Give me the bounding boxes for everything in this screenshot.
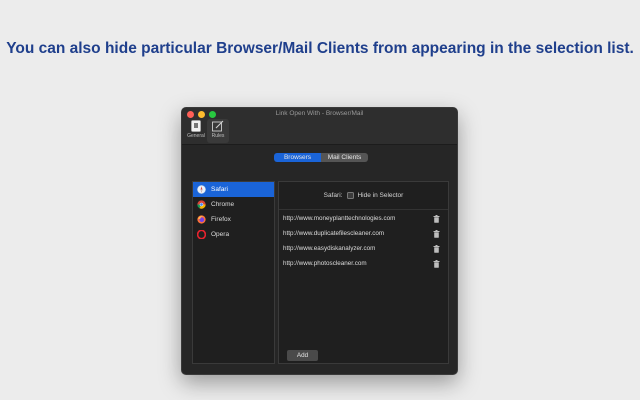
- url-text: http://www.moneyplanttechnologies.com: [283, 215, 396, 222]
- url-row[interactable]: http://www.easydiskanalyzer.com: [279, 241, 448, 256]
- browser-item-firefox[interactable]: Firefox: [193, 212, 274, 227]
- browser-item-label: Chrome: [211, 201, 235, 208]
- trash-icon[interactable]: [433, 214, 440, 223]
- segment-mail-clients[interactable]: Mail Clients: [321, 153, 368, 162]
- title-bar: Link Open With - Browser/Mail General Ru…: [182, 108, 457, 145]
- url-row[interactable]: http://www.moneyplanttechnologies.com: [279, 211, 448, 226]
- url-row[interactable]: http://www.photoscleaner.com: [279, 256, 448, 271]
- divider: [279, 209, 448, 210]
- url-text: http://www.easydiskanalyzer.com: [283, 245, 376, 252]
- segment-browsers[interactable]: Browsers: [274, 153, 321, 162]
- toolbar-general-button[interactable]: General: [185, 119, 207, 143]
- url-row[interactable]: http://www.duplicatefilescleaner.com: [279, 226, 448, 241]
- hide-in-selector-row: Safari: Hide in Selector: [279, 192, 448, 199]
- browser-item-label: Opera: [211, 231, 230, 238]
- browser-item-safari[interactable]: Safari: [193, 182, 274, 197]
- toolbar-rules-button[interactable]: Rules: [207, 119, 229, 143]
- trash-icon[interactable]: [433, 229, 440, 238]
- url-list: http://www.moneyplanttechnologies.com ht…: [279, 211, 448, 271]
- general-icon: [190, 119, 202, 132]
- trash-icon[interactable]: [433, 244, 440, 253]
- toolbar-general-label: General: [187, 133, 205, 139]
- url-text: http://www.duplicatefilescleaner.com: [283, 230, 385, 237]
- hide-in-selector-label[interactable]: Hide in Selector: [357, 192, 403, 199]
- browser-item-opera[interactable]: Opera: [193, 227, 274, 242]
- trash-icon[interactable]: [433, 259, 440, 268]
- browser-item-label: Firefox: [211, 216, 231, 223]
- window-title: Link Open With - Browser/Mail: [275, 110, 364, 117]
- hide-in-selector-checkbox[interactable]: [347, 192, 355, 199]
- browser-item-chrome[interactable]: Chrome: [193, 197, 274, 212]
- browser-list: Safari Chrome Firefox Opera: [192, 181, 275, 364]
- browser-item-label: Safari: [211, 186, 228, 193]
- headline: You can also hide particular Browser/Mai…: [6, 40, 634, 57]
- url-text: http://www.photoscleaner.com: [283, 260, 367, 267]
- browser-detail-panel: Safari: Hide in Selector http://www.mone…: [278, 181, 449, 364]
- chrome-icon: [197, 200, 206, 209]
- selected-browser-name: Safari:: [323, 192, 343, 199]
- app-window: Link Open With - Browser/Mail General Ru…: [181, 107, 458, 375]
- toolbar-rules-label: Rules: [211, 133, 225, 139]
- add-url-button[interactable]: Add: [287, 350, 318, 361]
- client-type-segmented-control: Browsers Mail Clients: [274, 153, 368, 162]
- safari-icon: [197, 185, 206, 194]
- opera-icon: [197, 230, 206, 239]
- rules-icon: [212, 119, 224, 132]
- firefox-icon: [197, 215, 206, 224]
